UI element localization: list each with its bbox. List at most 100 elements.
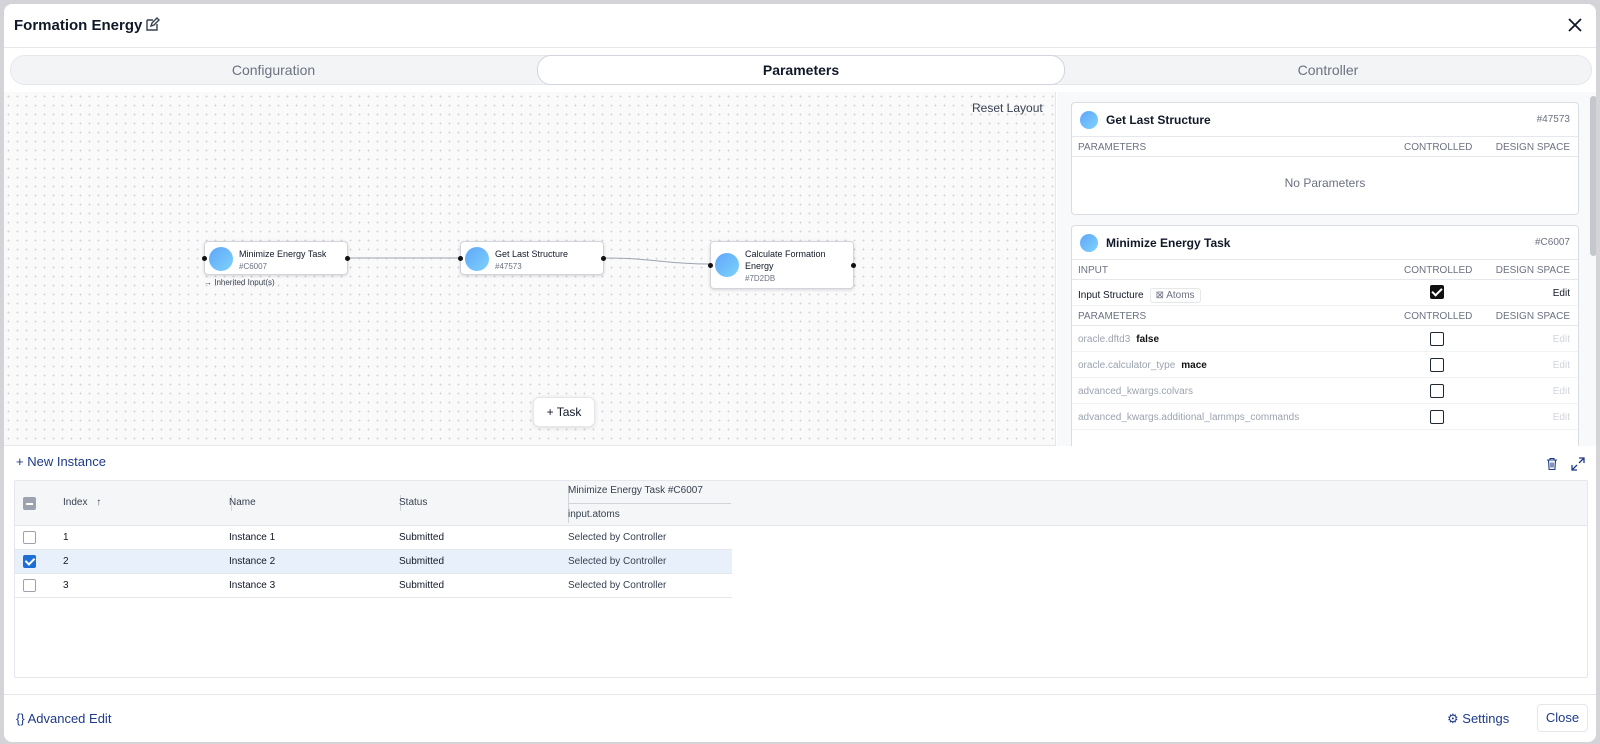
controlled-checkbox[interactable] <box>1430 285 1444 299</box>
atoms-chip: ⊠ Atoms <box>1149 288 1201 303</box>
param-name: oracle.calculator_type <box>1078 360 1176 371</box>
param-name: oracle.dftd3 <box>1078 334 1131 345</box>
card-get-last-structure: Get Last Structure #47573 PARAMETERS CON… <box>1071 102 1579 215</box>
col-controlled: CONTROLLED <box>1404 265 1473 276</box>
param-label: advanced_kwargs.colvars <box>1078 386 1193 397</box>
param-row: advanced_kwargs.colvars Edit <box>1072 378 1578 404</box>
col-design-space: DESIGN SPACE <box>1495 265 1570 276</box>
table-row[interactable]: 3 Instance 3 Submitted Selected by Contr… <box>15 574 732 598</box>
row-status: Submitted <box>399 556 445 567</box>
plus-icon: + <box>16 454 24 469</box>
instances-table: Index ↑ Name Status Minimize Energy Task… <box>14 480 1588 678</box>
advanced-edit-label: Advanced Edit <box>27 711 112 726</box>
param-value: mace <box>1181 360 1207 371</box>
tab-configuration[interactable]: Configuration <box>11 56 536 84</box>
edit-link[interactable]: Edit <box>1553 360 1570 371</box>
edit-link[interactable]: Edit <box>1553 386 1570 397</box>
card-header: Get Last Structure #47573 <box>1072 103 1578 137</box>
node-name: Minimize Energy Task <box>239 249 327 259</box>
indeterminate-mark <box>26 503 33 505</box>
input-port[interactable] <box>202 256 207 261</box>
edge-getlast-to-calc <box>603 257 710 265</box>
input-port[interactable] <box>458 256 463 261</box>
task-icon <box>1080 234 1098 252</box>
workflow-modal: Formation Energy Configuration Parameter… <box>4 4 1596 742</box>
table-row[interactable]: 1 Instance 1 Submitted Selected by Contr… <box>15 526 732 550</box>
parameters-panel: Get Last Structure #47573 PARAMETERS CON… <box>1057 92 1596 446</box>
col-design-space: DESIGN SPACE <box>1495 311 1570 322</box>
tab-parameters[interactable]: Parameters <box>537 55 1065 85</box>
controlled-checkbox[interactable] <box>1430 358 1444 372</box>
node-get-last-structure[interactable]: Get Last Structure #47573 <box>458 241 606 275</box>
param-row: advanced_kwargs.additional_lammps_comman… <box>1072 404 1578 430</box>
node-name: Calculate Formation Energy <box>745 249 826 271</box>
inherited-inputs-text: Inherited Input(s) <box>214 278 275 287</box>
modal-header: Formation Energy <box>4 4 1596 48</box>
chart-icon <box>1080 111 1098 129</box>
input-structure-row: Input Structure ⊠ Atoms Edit <box>1072 280 1578 306</box>
node-name: Get Last Structure <box>495 249 569 259</box>
panel-scrollbar[interactable] <box>1590 96 1596 256</box>
plus-icon: + <box>546 405 554 419</box>
trash-icon[interactable] <box>1545 457 1559 471</box>
row-index: 2 <box>63 556 69 567</box>
input-port[interactable] <box>708 263 713 268</box>
chart-icon <box>465 247 489 271</box>
advanced-edit-button[interactable]: {} Advanced Edit <box>16 711 111 726</box>
param-label: oracle.dftd3 false <box>1078 334 1159 345</box>
param-row: oracle.calculator_type mace Edit <box>1072 352 1578 378</box>
no-parameters-text: No Parameters <box>1284 176 1366 190</box>
card-title: Minimize Energy Task <box>1106 236 1231 250</box>
controlled-checkbox[interactable] <box>1430 410 1444 424</box>
row-status: Submitted <box>399 532 445 543</box>
node-id: #C6007 <box>239 262 268 271</box>
modal-footer: {} Advanced Edit ⚙ Settings Close <box>4 694 1596 742</box>
settings-button[interactable]: ⚙ Settings <box>1447 711 1509 727</box>
output-port[interactable] <box>601 256 606 261</box>
workflow-canvas[interactable]: Reset Layout Minimize Energy Task #C6007… <box>4 92 1056 446</box>
col-controlled: CONTROLLED <box>1404 311 1473 322</box>
params-header-row: PARAMETERS CONTROLLED DESIGN SPACE <box>1072 137 1578 157</box>
node-calculate-formation-energy[interactable]: Calculate Formation Energy #7D2DB <box>708 241 856 289</box>
edit-icon[interactable] <box>144 17 160 33</box>
add-task-button[interactable]: + Task <box>533 397 595 427</box>
controlled-checkbox[interactable] <box>1430 332 1444 346</box>
row-atoms: Selected by Controller <box>568 532 667 543</box>
close-icon[interactable] <box>1566 16 1584 34</box>
controlled-checkbox[interactable] <box>1430 384 1444 398</box>
row-checkbox[interactable] <box>23 555 36 568</box>
arrow-up-icon: ↑ <box>96 497 102 508</box>
output-port[interactable] <box>851 263 856 268</box>
card-id: #C6007 <box>1534 237 1570 248</box>
param-label: oracle.calculator_type mace <box>1078 360 1207 371</box>
col-parameters: PARAMETERS <box>1078 142 1147 153</box>
table-row[interactable]: 2 Instance 2 Submitted Selected by Contr… <box>15 550 732 574</box>
expand-icon[interactable] <box>1571 457 1585 471</box>
col-controlled: CONTROLLED <box>1404 142 1473 153</box>
row-index: 3 <box>63 580 69 591</box>
col-parameters: PARAMETERS <box>1078 311 1147 322</box>
close-button[interactable]: Close <box>1537 704 1588 732</box>
tab-bar: Configuration Parameters Controller <box>10 55 1592 85</box>
output-port[interactable] <box>345 256 350 261</box>
edit-link[interactable]: Edit <box>1553 412 1570 423</box>
inherited-inputs-label: → Inherited Input(s) <box>204 278 275 287</box>
edit-link[interactable]: Edit <box>1553 288 1570 299</box>
node-minimize-energy-task[interactable]: Minimize Energy Task #C6007 <box>202 241 350 275</box>
input-header-row: INPUT CONTROLLED DESIGN SPACE <box>1072 260 1578 280</box>
card-minimize-energy-task: Minimize Energy Task #C6007 INPUT CONTRO… <box>1071 225 1579 446</box>
row-checkbox[interactable] <box>23 579 36 592</box>
param-row: oracle.dftd3 false Edit <box>1072 326 1578 352</box>
atoms-chip-text: Atoms <box>1166 290 1195 301</box>
tab-controller[interactable]: Controller <box>1065 56 1591 84</box>
row-checkbox[interactable] <box>23 531 36 544</box>
edit-link[interactable]: Edit <box>1553 334 1570 345</box>
row-name: Instance 2 <box>229 556 276 567</box>
new-instance-button[interactable]: + New Instance <box>16 454 106 469</box>
col-index-label: Index <box>63 497 88 508</box>
row-atoms: Selected by Controller <box>568 556 667 567</box>
select-all-checkbox[interactable] <box>23 497 36 510</box>
row-name: Instance 1 <box>229 532 276 543</box>
col-input: INPUT <box>1078 265 1108 276</box>
col-design-space: DESIGN SPACE <box>1495 142 1570 153</box>
